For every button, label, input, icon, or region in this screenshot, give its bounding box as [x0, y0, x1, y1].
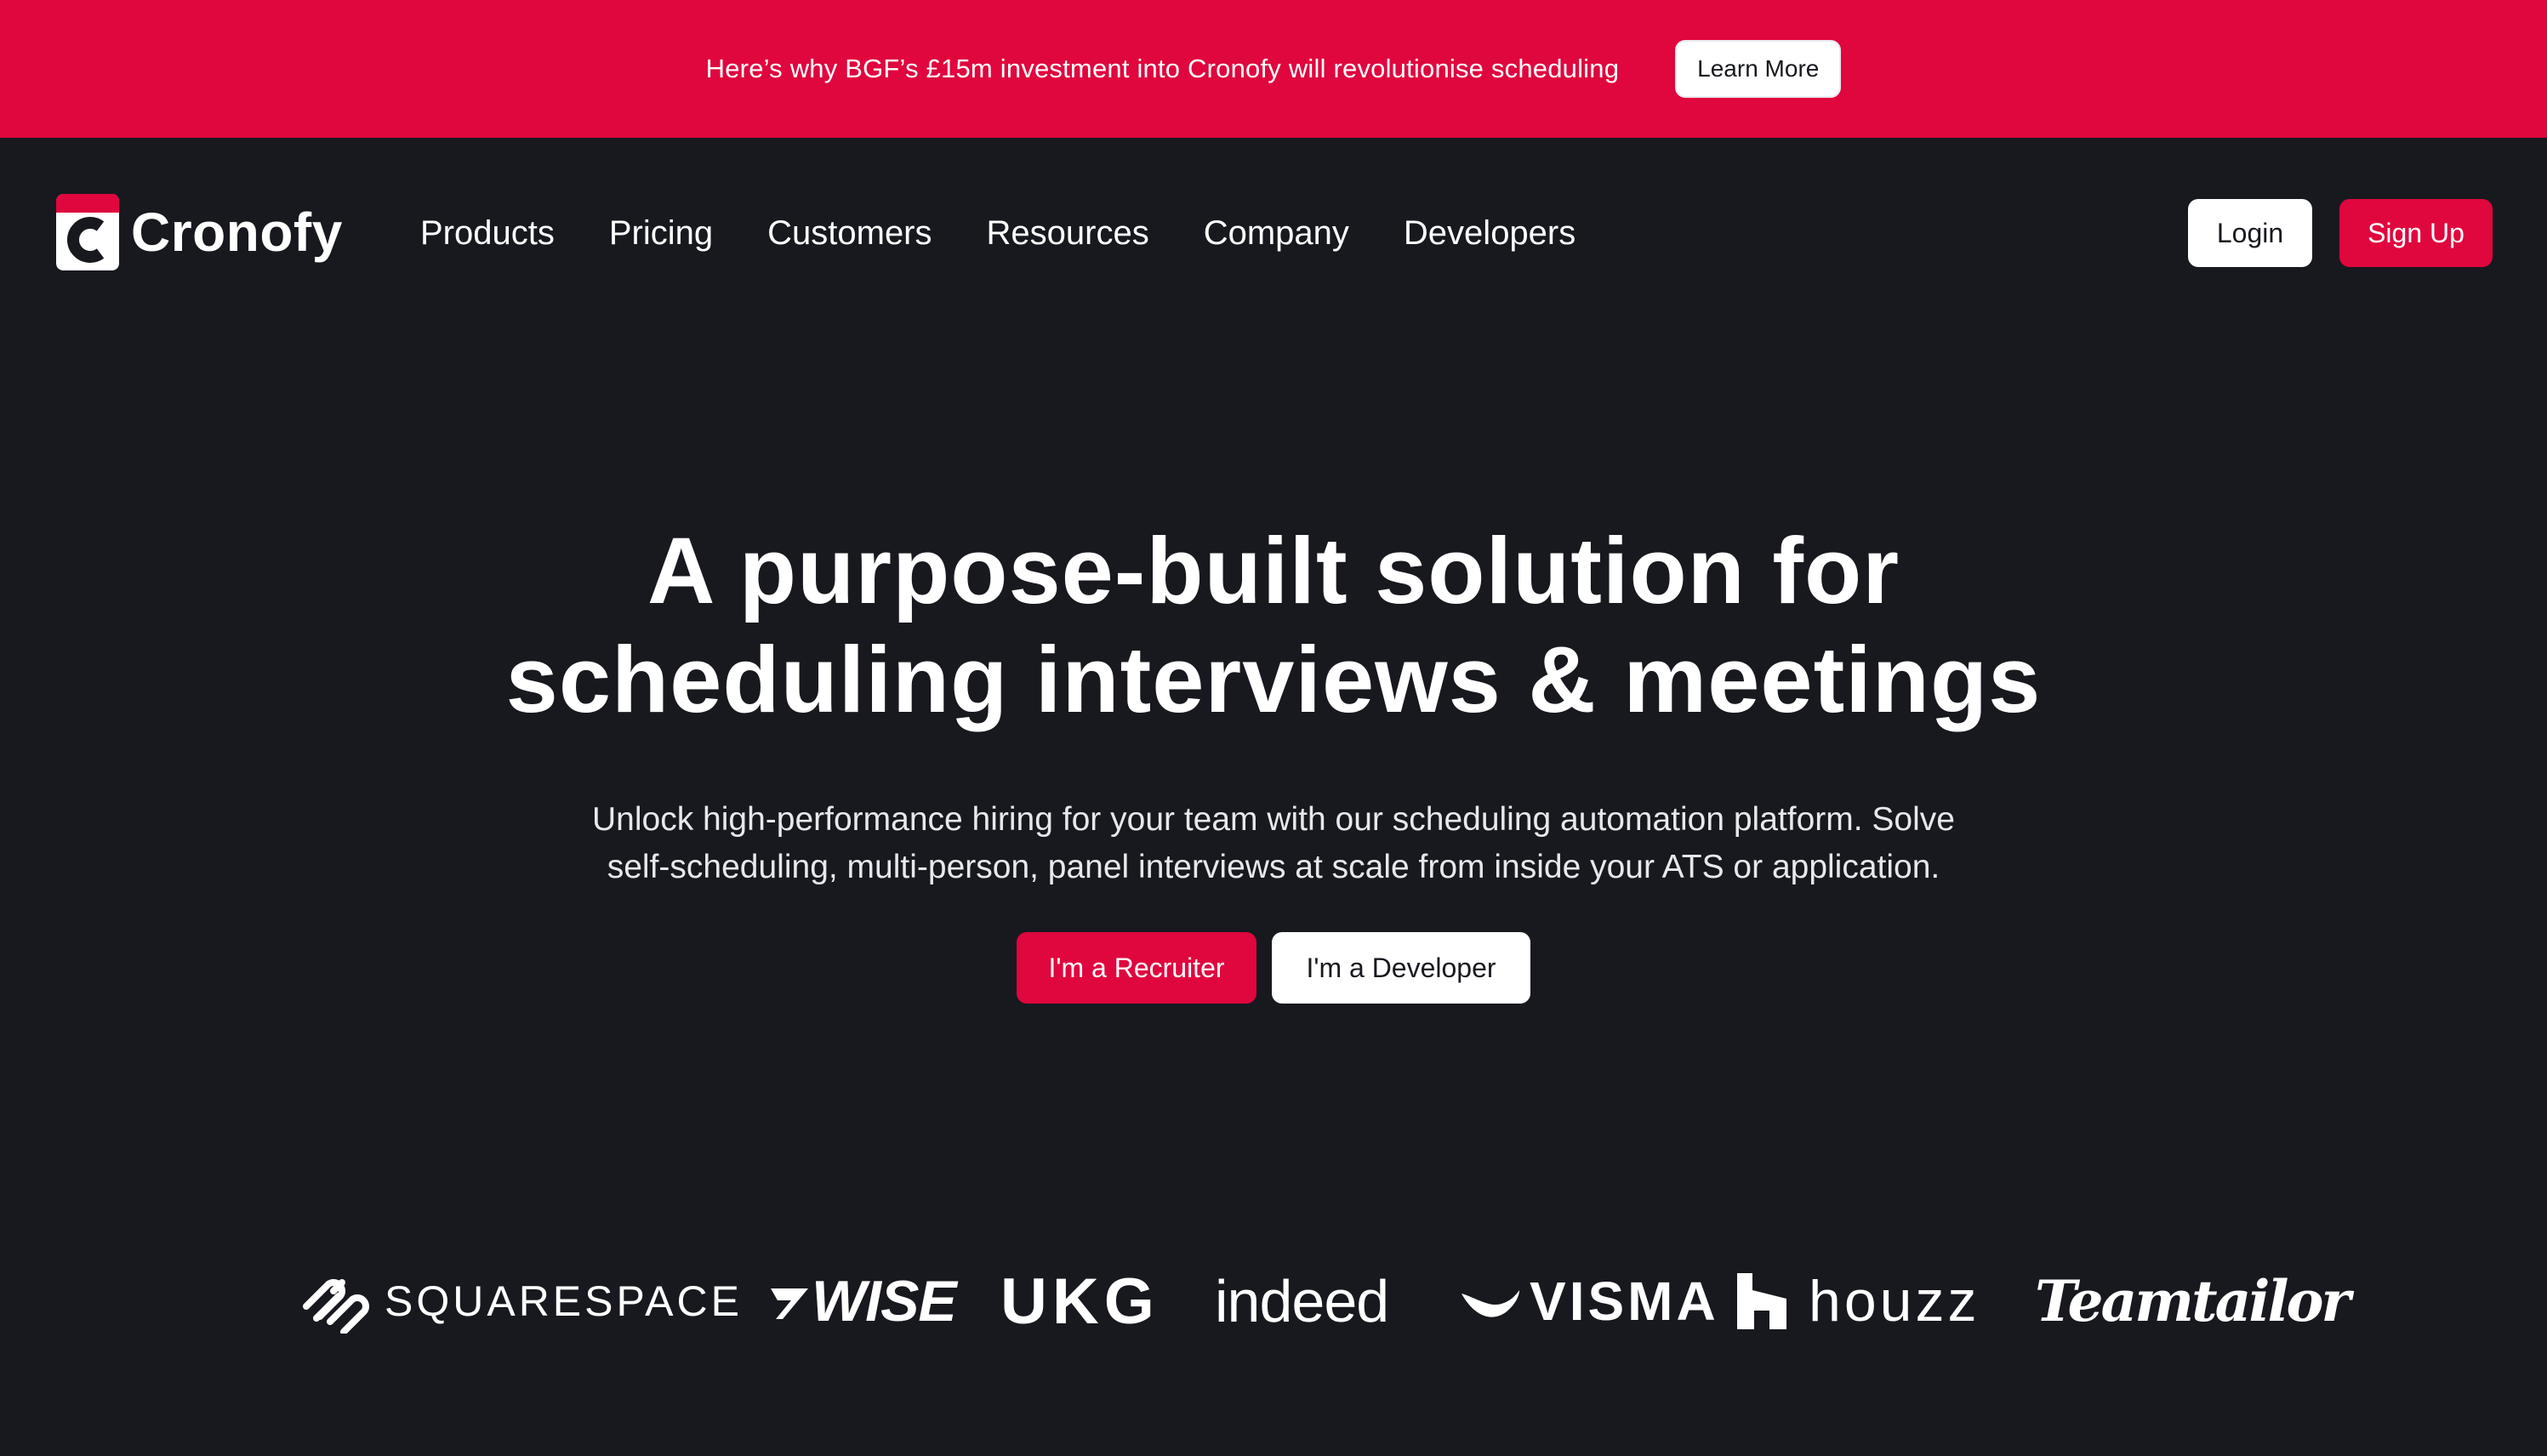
- announcement-text: Here’s why BGF’s £15m investment into Cr…: [705, 54, 1620, 83]
- hero-cta-row: I'm a Recruiter I'm a Developer: [0, 932, 2547, 1004]
- signup-button[interactable]: Sign Up: [2339, 199, 2493, 267]
- houzz-h-icon: [1737, 1273, 1786, 1329]
- squarespace-icon: [303, 1279, 369, 1334]
- wise-flag-icon: [771, 1288, 808, 1319]
- hero-subtitle-line-1: Unlock high-performance hiring for your …: [592, 801, 1955, 838]
- announcement-bar: Here’s why BGF’s £15m investment into Cr…: [0, 0, 2547, 138]
- nav-link-customers[interactable]: Customers: [767, 214, 932, 253]
- ukg-wordmark: UKG: [1000, 1265, 1160, 1338]
- hero-subtitle: Unlock high-performance hiring for your …: [0, 796, 2547, 891]
- indeed-logo: indeed: [1215, 1259, 1389, 1344]
- hero-title: A purpose-built solution for scheduling …: [0, 517, 2547, 735]
- indeed-wordmark: indeed: [1215, 1268, 1389, 1334]
- cronofy-logo[interactable]: Cronofy: [56, 194, 343, 270]
- hero-title-line-1: A purpose-built solution for: [647, 519, 1900, 623]
- nav-link-developers[interactable]: Developers: [1404, 214, 1575, 253]
- hero-subtitle-line-2: self-scheduling, multi-person, panel int…: [607, 849, 1940, 885]
- brand-name: Cronofy: [131, 202, 343, 263]
- developer-button[interactable]: I'm a Developer: [1272, 932, 1530, 1004]
- ukg-logo: UKG: [1000, 1259, 1160, 1344]
- nav-links: Products Pricing Customers Resources Com…: [420, 214, 1630, 253]
- nav-link-company[interactable]: Company: [1204, 214, 1349, 253]
- squarespace-wordmark: SQUARESPACE: [385, 1277, 743, 1325]
- nav-link-resources[interactable]: Resources: [987, 214, 1149, 253]
- learn-more-button[interactable]: Learn More: [1675, 40, 1842, 98]
- customer-logos: SQUARESPACE WISE UKG indeed VISMA houzz …: [0, 1259, 2547, 1344]
- teamtailor-logo: Teamtailor: [2035, 1259, 2350, 1344]
- visma-wordmark: VISMA: [1530, 1271, 1719, 1332]
- recruiter-button[interactable]: I'm a Recruiter: [1017, 932, 1256, 1004]
- squarespace-logo: SQUARESPACE: [299, 1259, 743, 1344]
- houzz-logo: houzz: [1735, 1259, 1980, 1344]
- cronofy-logo-icon: [56, 194, 119, 270]
- wise-logo: WISE: [766, 1259, 957, 1344]
- wise-wordmark: WISE: [812, 1269, 957, 1334]
- teamtailor-wordmark: Teamtailor: [2035, 1268, 2350, 1334]
- login-button[interactable]: Login: [2188, 199, 2312, 267]
- visma-logo: VISMA: [1460, 1259, 1719, 1344]
- nav-link-products[interactable]: Products: [420, 214, 555, 253]
- visma-swoosh-icon: [1462, 1290, 1519, 1317]
- main-nav: Cronofy Products Pricing Customers Resou…: [0, 138, 2547, 330]
- houzz-wordmark: houzz: [1809, 1269, 1980, 1334]
- nav-link-pricing[interactable]: Pricing: [609, 214, 713, 253]
- hero-title-line-2: scheduling interviews & meetings: [505, 628, 2042, 732]
